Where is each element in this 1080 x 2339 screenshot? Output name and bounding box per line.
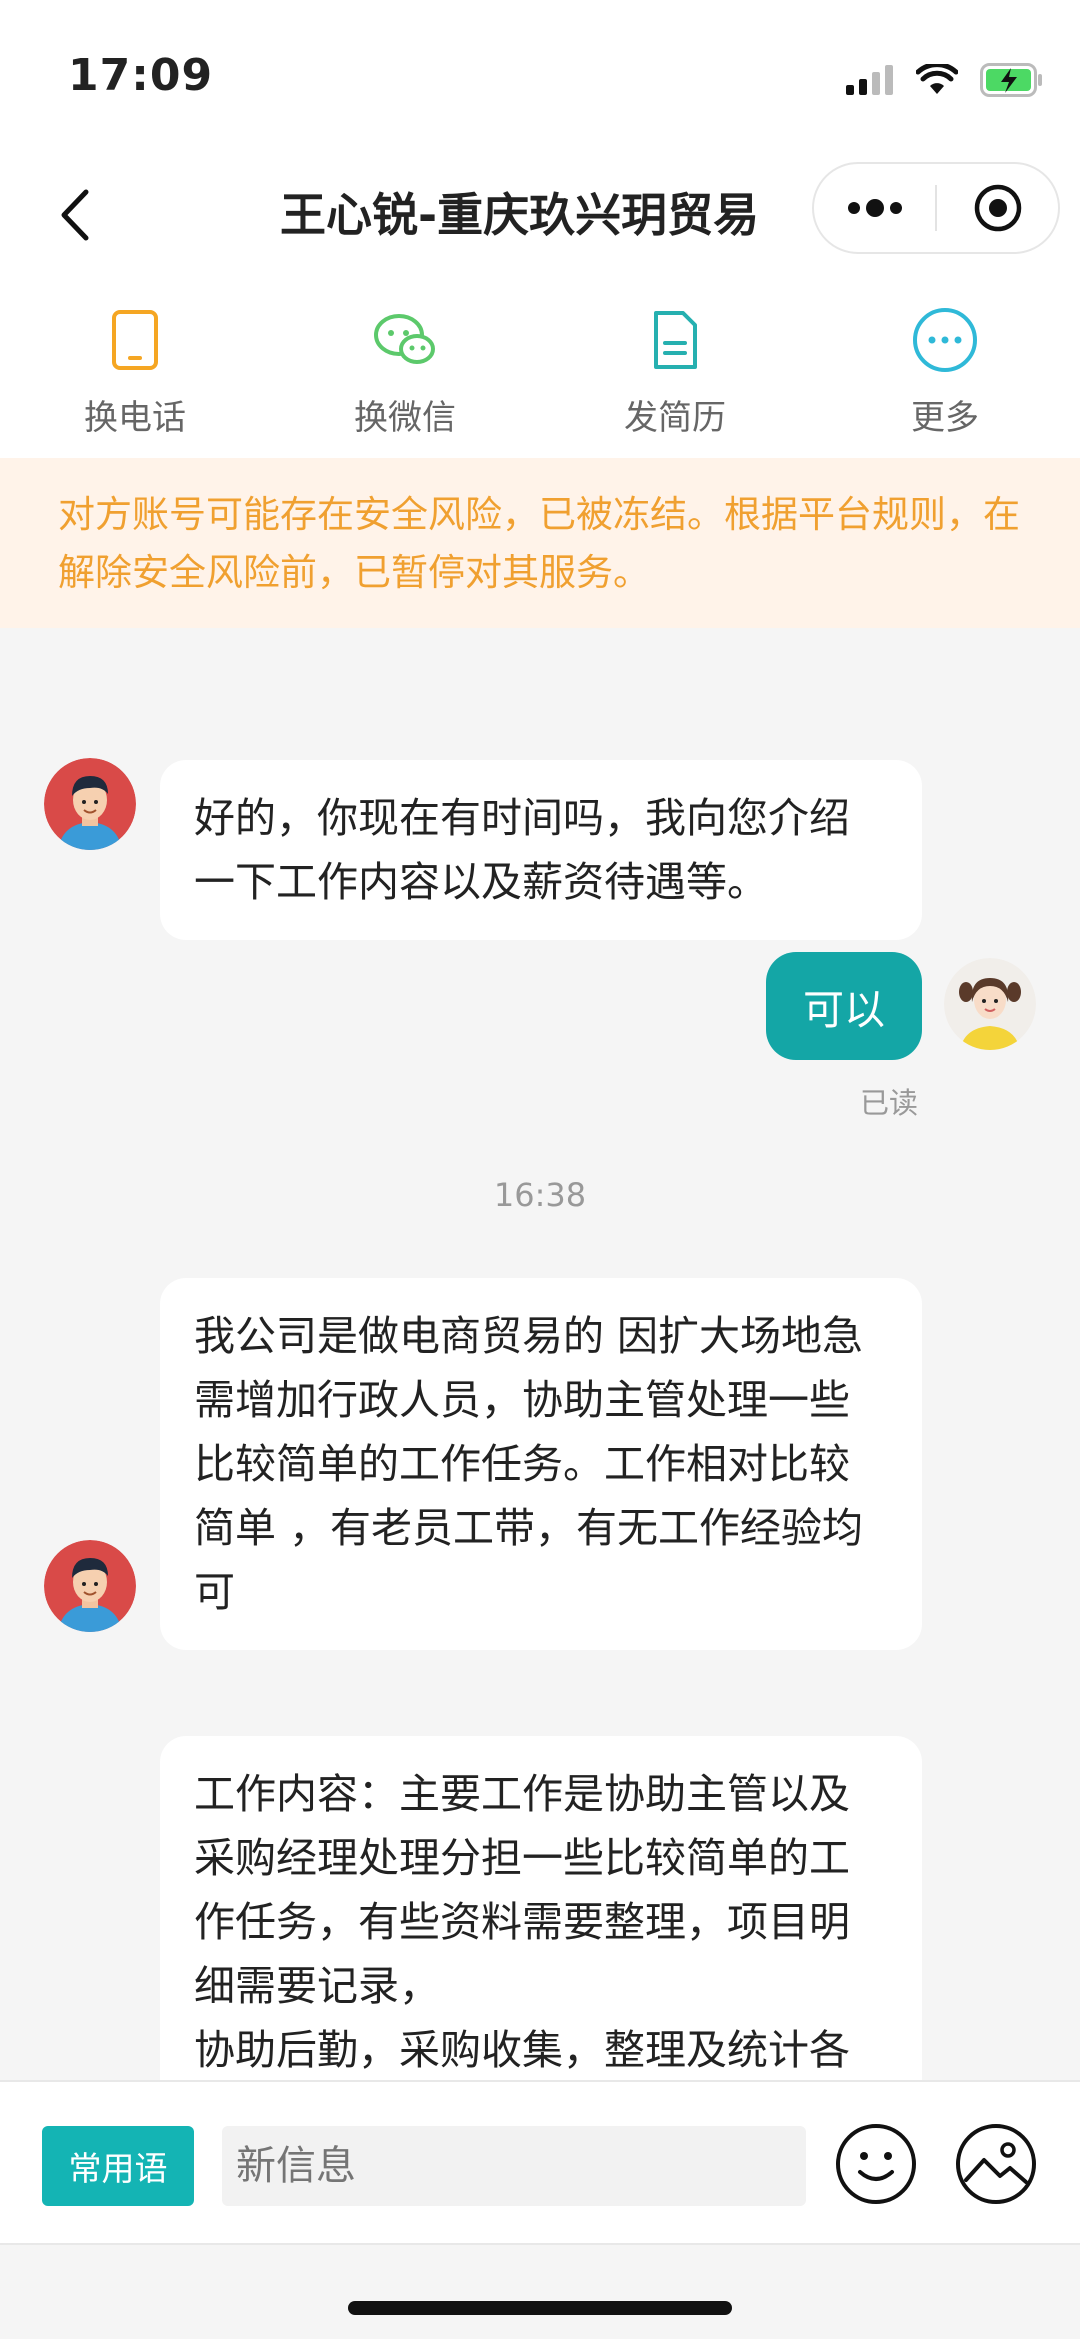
status-bar: 17:09 [0,0,1080,150]
common-phrases-button[interactable]: 常用语 [42,2126,194,2206]
resume-icon [639,304,711,376]
user-avatar[interactable] [944,958,1036,1050]
message-bubble-incoming: 好的，你现在有时间吗，我向您介绍一下工作内容以及薪资待遇等。 [160,760,922,940]
action-change-wechat[interactable]: 换微信 [270,280,540,458]
status-icons [846,58,1044,102]
chat-area[interactable]: 好的，你现在有时间吗，我向您介绍一下工作内容以及薪资待遇等。 可以 已读 16:… [0,628,1080,2080]
security-warning-banner: 对方账号可能存在安全风险，已被冻结。根据平台规则，在解除安全风险前，已暂停对其服… [0,458,1080,628]
smiley-icon [836,2124,916,2204]
wechat-icon [369,304,441,376]
action-send-resume[interactable]: 发简历 [540,280,810,458]
message-bubble-incoming: 工作内容：主要工作是协助主管以及采购经理处理分担一些比较简单的工作任务，有些资料… [160,1736,922,2080]
more-icon [909,304,981,376]
more-dots-icon [847,199,902,217]
target-icon [974,184,1021,232]
action-label: 更多 [911,398,979,438]
message-input-bar: 常用语 [0,2080,1080,2245]
action-more[interactable]: 更多 [810,280,1080,458]
mini-program-capsule [812,162,1060,254]
image-icon [956,2124,1036,2204]
nav-bar: 王心锐-重庆玖兴玥贸易 [0,150,1080,280]
message-bubble-incoming: 我公司是做电商贸易的 因扩大场地急需增加行政人员，协助主管处理一些比较简单的工作… [160,1278,922,1650]
more-options-button[interactable] [814,164,935,252]
action-change-phone[interactable]: 换电话 [0,280,270,458]
read-receipt: 已读 [860,1086,919,1120]
action-label: 换电话 [84,398,186,438]
image-button[interactable] [954,2122,1038,2206]
time-separator: 16:38 [493,1176,587,1214]
page-title: 王心锐-重庆玖兴玥贸易 [280,188,760,242]
chevron-left-icon [61,189,89,241]
status-time: 17:09 [68,50,214,101]
back-button[interactable] [40,180,110,250]
message-input[interactable] [222,2126,806,2206]
close-program-button[interactable] [937,164,1058,252]
recruiter-avatar[interactable] [44,1540,136,1632]
action-label: 发简历 [624,398,726,438]
message-bubble-outgoing: 可以 [766,952,922,1060]
recruiter-avatar[interactable] [44,758,136,850]
phone-icon [99,304,171,376]
signal-icon [846,65,893,95]
emoji-button[interactable] [834,2122,918,2206]
action-bar: 换电话 换微信 发简历 更多 [0,280,1080,458]
action-label: 换微信 [354,398,456,438]
home-indicator[interactable] [348,2301,732,2315]
wifi-icon [916,64,958,94]
battery-charging-icon [980,63,1042,97]
